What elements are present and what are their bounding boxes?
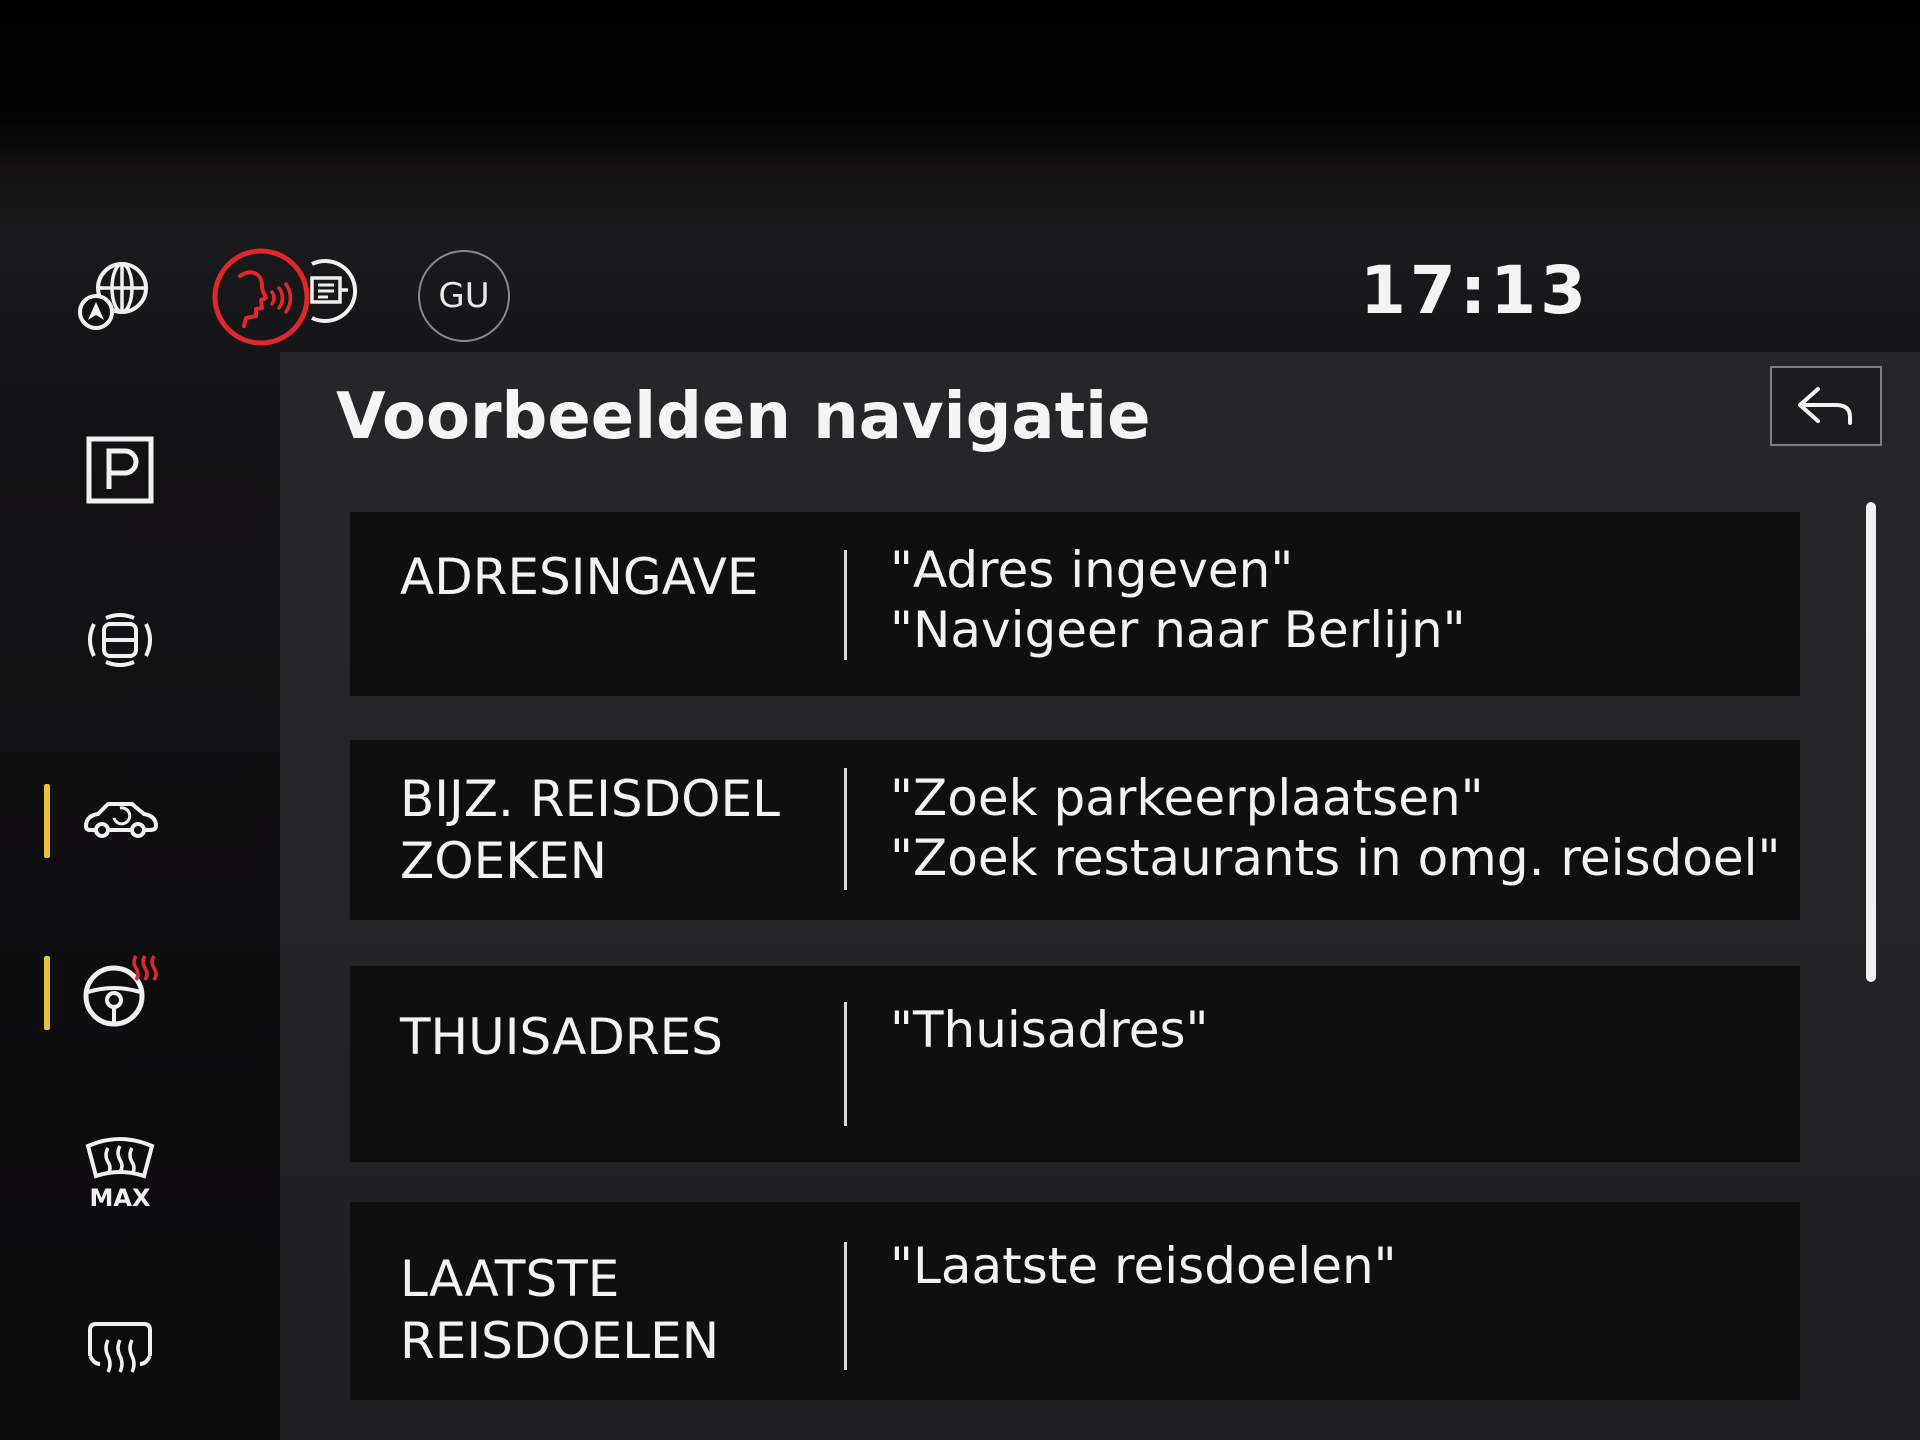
row-examples: "Thuisadres" <box>890 1000 1770 1060</box>
active-marker-heated-steering <box>44 956 50 1030</box>
example-phrase: "Navigeer naar Berlijn" <box>890 601 1466 659</box>
windshield-defrost-max-icon: MAX <box>85 1137 155 1212</box>
profile-badge[interactable]: GU <box>418 250 510 342</box>
sidebar: MAX <box>0 360 270 1440</box>
example-phrase: "Thuisadres" <box>890 1001 1209 1059</box>
back-arrow-icon <box>1798 387 1852 425</box>
list-item[interactable]: LAATSTE REISDOELEN "Laatste reisdoelen" <box>350 1202 1800 1400</box>
globe-navigation-icon[interactable] <box>74 254 158 338</box>
media-text-icon[interactable] <box>292 254 366 328</box>
sidebar-item-rear-defrost[interactable] <box>70 1300 170 1400</box>
car-view-icon <box>83 802 159 838</box>
row-divider <box>844 768 847 890</box>
sidebar-item-car-view[interactable] <box>70 768 170 868</box>
row-category-label: BIJZ. REISDOEL ZOEKEN <box>400 770 780 890</box>
row-examples: "Zoek parkeerplaatsen" "Zoek restaurants… <box>890 768 1781 888</box>
sidebar-item-windshield-defrost[interactable]: MAX <box>70 1120 170 1220</box>
row-divider <box>844 1002 847 1126</box>
row-category-label: THUISADRES <box>400 1008 723 1066</box>
sidebar-item-parking[interactable] <box>70 420 170 520</box>
example-phrase: "Zoek parkeerplaatsen" <box>890 769 1484 827</box>
example-phrase: "Adres ingeven" <box>890 541 1294 599</box>
row-examples: "Laatste reisdoelen" <box>890 1236 1770 1296</box>
row-category-label: LAATSTE REISDOELEN <box>400 1250 720 1370</box>
profile-initials: GU <box>438 276 490 316</box>
page-title: Voorbeelden navigatie <box>336 380 1151 454</box>
row-divider <box>844 1242 847 1370</box>
example-phrase: "Zoek restaurants in omg. reisdoel" <box>890 829 1781 887</box>
row-divider <box>844 550 847 660</box>
row-examples: "Adres ingeven" "Navigeer naar Berlijn" <box>890 540 1770 660</box>
list-item[interactable]: THUISADRES "Thuisadres" <box>350 966 1800 1162</box>
scrollbar[interactable] <box>1866 502 1876 982</box>
parking-sensor-icon <box>88 613 152 667</box>
heated-steering-wheel-icon <box>83 955 158 1027</box>
list-item[interactable]: BIJZ. REISDOEL ZOEKEN "Zoek parkeerplaat… <box>350 740 1800 920</box>
active-marker-car-view <box>44 784 50 858</box>
sidebar-item-parking-sensors[interactable] <box>70 590 170 690</box>
screen-bezel <box>0 0 1920 170</box>
back-button[interactable] <box>1770 366 1882 446</box>
infotainment-screen: GU 17:13 MAX Voorbeelden navigatie ADRES… <box>0 0 1920 1440</box>
sidebar-item-heated-steering-wheel[interactable] <box>70 940 170 1040</box>
main-panel: Voorbeelden navigatie ADRESINGAVE "Adres… <box>280 352 1920 1440</box>
rear-window-defrost-icon <box>88 1322 152 1373</box>
max-label: MAX <box>90 1184 151 1212</box>
list-item[interactable]: ADRESINGAVE "Adres ingeven" "Navigeer na… <box>350 512 1800 696</box>
parking-icon <box>86 436 154 504</box>
clock: 17:13 <box>1360 252 1591 329</box>
row-category-label: ADRESINGAVE <box>400 548 759 606</box>
example-phrase: "Laatste reisdoelen" <box>890 1237 1397 1295</box>
